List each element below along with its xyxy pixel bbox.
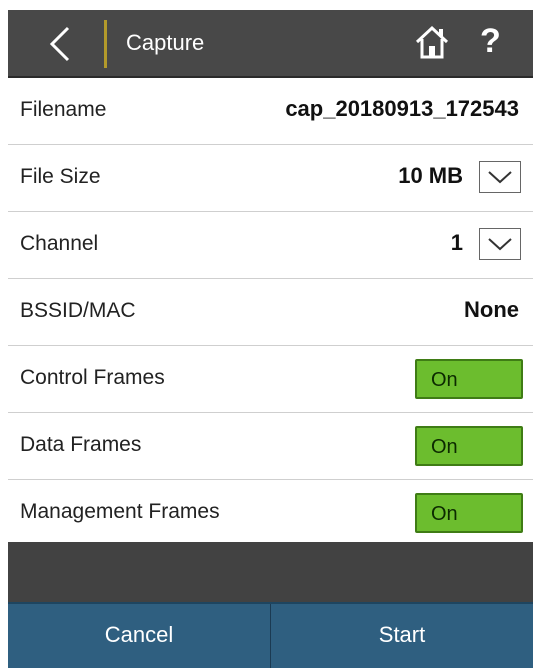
filename-label: Filename bbox=[20, 98, 107, 121]
toggle-state: On bbox=[431, 369, 458, 391]
data-frames-label: Data Frames bbox=[20, 433, 142, 456]
channel-value: 1 bbox=[450, 230, 463, 255]
management-frames-label: Management Frames bbox=[20, 500, 220, 523]
home-icon[interactable] bbox=[414, 24, 450, 60]
channel-label: Channel bbox=[20, 232, 99, 255]
chevron-down-icon bbox=[488, 238, 512, 251]
filename-row: Filename cap_20180913_172543 bbox=[8, 78, 533, 145]
header-separator bbox=[104, 20, 107, 68]
bssid-row: BSSID/MAC None bbox=[8, 279, 533, 346]
file-size-dropdown[interactable] bbox=[479, 161, 521, 193]
file-size-row: File Size 10 MB bbox=[8, 145, 533, 212]
toggle-state: On bbox=[431, 503, 458, 525]
back-arrow-icon[interactable] bbox=[42, 24, 78, 64]
settings-list: Filename cap_20180913_172543 File Size 1… bbox=[8, 78, 533, 547]
bssid-label: BSSID/MAC bbox=[20, 299, 136, 322]
page-title: Capture bbox=[126, 30, 205, 55]
data-frames-toggle[interactable]: On bbox=[415, 426, 523, 466]
title-bar: Capture ? bbox=[8, 10, 533, 78]
control-frames-label: Control Frames bbox=[20, 366, 165, 389]
filename-value[interactable]: cap_20180913_172543 bbox=[285, 96, 519, 122]
channel-row: Channel 1 bbox=[8, 212, 533, 279]
channel-dropdown[interactable] bbox=[479, 228, 521, 260]
help-icon[interactable]: ? bbox=[480, 22, 501, 61]
start-button[interactable]: Start bbox=[271, 604, 533, 668]
control-frames-row: Control Frames On bbox=[8, 346, 533, 413]
toggle-state: On bbox=[431, 436, 458, 458]
bssid-value[interactable]: None bbox=[464, 297, 519, 323]
capture-screen: Capture ? Filename cap_20180913_172543 F… bbox=[8, 10, 533, 668]
file-size-value: 10 MB bbox=[398, 163, 463, 188]
chevron-down-icon bbox=[488, 171, 512, 184]
file-size-label: File Size bbox=[20, 165, 101, 188]
management-frames-toggle[interactable]: On bbox=[415, 493, 523, 533]
control-frames-toggle[interactable]: On bbox=[415, 359, 523, 399]
management-frames-row: Management Frames On bbox=[8, 480, 533, 547]
cancel-button[interactable]: Cancel bbox=[8, 604, 271, 668]
data-frames-row: Data Frames On bbox=[8, 413, 533, 480]
empty-area bbox=[8, 542, 533, 602]
action-bar: Cancel Start bbox=[8, 602, 533, 668]
